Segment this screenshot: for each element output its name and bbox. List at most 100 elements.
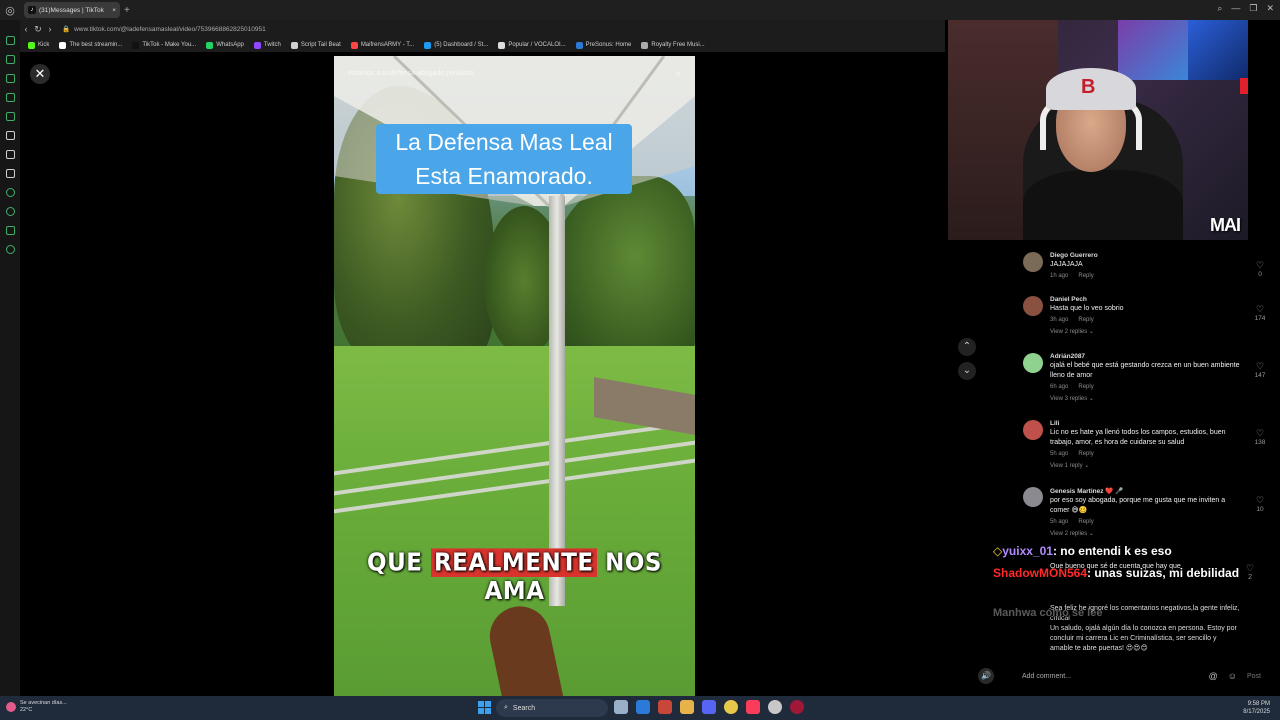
window-controls: ⌕ — ❐ ✕ [1217,3,1274,14]
start-button[interactable] [478,701,491,714]
sidebar-player-icon[interactable] [5,188,15,197]
discord-icon[interactable] [702,700,716,714]
volume-icon[interactable]: 🔊 [978,668,994,684]
avatar[interactable] [1023,296,1043,316]
minimize-button[interactable]: — [1231,3,1240,14]
comment-body: Genesis Martinez ❤️ 🎤 por eso soy abogada… [1050,487,1246,537]
comment-author[interactable]: Daniel Pech [1050,296,1246,303]
outlook-icon[interactable] [636,700,650,714]
overlay-comment-like[interactable]: ♡ 2 [1246,563,1254,581]
avatar[interactable] [1023,353,1043,373]
webcam-poster [1188,20,1248,80]
sidebar-extensions-icon[interactable] [5,226,15,235]
bookmark-item[interactable]: Popular / VOCALOI... [498,41,566,49]
bookmark-item[interactable]: TikTok - Make You... [132,41,196,49]
back-button[interactable]: ‹ [20,24,32,34]
taskbar-search[interactable]: ⌕ Search [496,699,608,717]
like-count: 138 [1254,439,1266,446]
tab-close-icon[interactable]: × [112,7,116,14]
reply-button[interactable]: Reply [1078,317,1093,323]
comment-author[interactable]: Diego Guerrero [1050,252,1246,259]
chat-username: yuixx_01 [1002,544,1053,558]
comment-author[interactable]: Genesis Martinez ❤️ 🎤 [1050,487,1246,495]
sidebar-instagram-icon[interactable] [5,55,15,64]
bookmark-item[interactable]: WhatsApp [206,41,244,49]
sidebar-messenger-icon[interactable] [5,36,15,45]
sidebar-x-icon[interactable] [5,169,15,178]
sidebar-settings-icon[interactable] [5,245,15,254]
like-button[interactable]: ♡ 10 [1252,495,1268,513]
forward-button[interactable]: › [44,24,56,34]
sidebar-history-icon[interactable] [5,207,15,216]
reply-button[interactable]: Reply [1078,273,1093,279]
video-tent-pole [549,196,565,606]
bookmark-item[interactable]: Script Tail Beat [290,41,341,49]
sidebar-gx-icon[interactable] [5,74,15,83]
opera-gx-icon[interactable] [658,700,672,714]
add-comment-input[interactable]: Add comment... [1022,673,1209,680]
bookmark-label: The best streamin... [69,42,123,48]
view-replies-button[interactable]: View 3 replies ⌄ [1050,395,1246,402]
avatar[interactable] [1023,487,1043,507]
bookmark-item[interactable]: (5) Dashboard / St... [424,41,488,49]
tab-title: (31)Messages | TikTok [39,6,104,14]
sidebar-twitch-icon[interactable] [5,93,15,102]
sidebar-music-icon[interactable] [5,131,15,140]
avatar[interactable] [1023,420,1043,440]
chat-message-1: ◇yuixx_01: no entendi k es eso [993,543,1243,559]
system-clock[interactable]: 9:58 PM 8/17/2025 [1243,700,1270,716]
avatar[interactable] [1023,252,1043,272]
comment-text: Hasta que lo veo sobrio [1050,305,1124,312]
opera-icon[interactable] [790,700,804,714]
chevron-down-icon: ⌄ [1088,329,1094,335]
file-explorer-icon[interactable] [680,700,694,714]
view-replies-button[interactable]: View 2 replies ⌄ [1050,328,1246,335]
like-button[interactable]: ♡ 147 [1252,361,1268,379]
sidebar-whatsapp-icon[interactable] [5,112,15,121]
bookmark-item[interactable]: PreSonus: Home [575,41,631,49]
reply-button[interactable]: Reply [1078,519,1093,525]
next-video-button[interactable]: ⌄ [958,362,976,380]
like-button[interactable]: ♡ 0 [1252,260,1268,278]
bookmark-favicon-icon [28,41,35,49]
like-button[interactable]: ♡ 174 [1252,304,1268,322]
openai-icon[interactable] [768,700,782,714]
view-replies-button[interactable]: View 1 reply ⌄ [1050,462,1246,469]
chrome-icon[interactable] [724,700,738,714]
video-player[interactable]: estamos a tu defensa abogado penalista ⌕… [334,56,695,696]
search-icon[interactable]: ⌕ [1217,3,1222,14]
comment-author[interactable]: Lili [1050,420,1246,427]
emoji-icon[interactable]: ☺ [1228,671,1237,681]
like-count: 174 [1254,315,1266,322]
view-replies-button[interactable]: View 2 replies ⌄ [1050,530,1246,537]
reply-button[interactable]: Reply [1078,384,1093,390]
bookmark-favicon-icon [575,41,583,49]
bookmark-item[interactable]: MaifrensARMY - T... [350,41,414,49]
bookmark-item[interactable]: Royalty Free Musi... [641,41,705,49]
new-tab-button[interactable]: + [124,5,130,16]
task-view-icon[interactable] [614,700,628,714]
maximize-button[interactable]: ❐ [1249,3,1257,14]
like-button[interactable]: ♡ 138 [1252,428,1268,446]
url-text: www.tiktok.com/@ladefensamasleal/video/7… [74,25,266,33]
browser-logo-icon[interactable]: ◎ [0,0,20,20]
weather-line1: Se avecinan días... [20,700,67,706]
video-search-icon[interactable]: ⌕ [676,68,681,79]
previous-video-button[interactable]: ⌃ [958,338,976,356]
sidebar-tiktok-icon[interactable] [5,150,15,159]
music-icon[interactable] [746,700,760,714]
weather-widget[interactable]: Se avecinan días... 22°C [6,700,67,714]
comment-author[interactable]: Adrián2087 [1050,353,1246,360]
url-field[interactable]: 🔒 www.tiktok.com/@ladefensamasleal/video… [62,25,266,34]
bookmark-item[interactable]: Kick [28,41,49,49]
bookmark-item[interactable]: Twitch [253,41,281,49]
reload-button[interactable]: ↻ [32,24,44,35]
bookmark-item[interactable]: The best streamin... [59,41,123,49]
post-button[interactable]: Post [1247,673,1261,680]
close-window-button[interactable]: ✕ [1266,3,1274,14]
tab-tiktok[interactable]: ♪ (31)Messages | TikTok × [24,2,120,18]
caption-line-2: Esta Enamorado. [415,163,593,189]
close-video-button[interactable]: ✕ [30,64,50,84]
mention-icon[interactable]: @ [1209,671,1218,681]
reply-button[interactable]: Reply [1078,451,1093,457]
